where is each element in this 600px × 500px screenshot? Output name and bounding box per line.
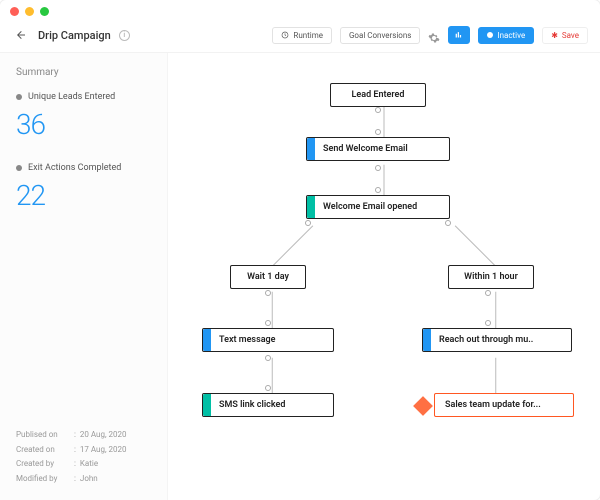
back-button[interactable]: [12, 26, 30, 44]
connector-dot: [445, 220, 451, 226]
bar-chart-icon: [454, 30, 464, 40]
node-wait-1-day[interactable]: Wait 1 day: [230, 265, 306, 289]
node-lead-entered[interactable]: Lead Entered: [330, 83, 426, 107]
flow-canvas[interactable]: Lead Entered Send Welcome Email Welcome …: [168, 53, 600, 500]
goal-conversions-button[interactable]: Goal Conversions: [340, 27, 420, 44]
stat-exit-actions-label: Exit Actions Completed: [16, 163, 151, 173]
save-badge-icon: ✱: [551, 31, 558, 40]
content-body: Summary Unique Leads Entered 36 Exit Act…: [0, 53, 600, 500]
clock-icon: [281, 31, 289, 39]
node-sales-update[interactable]: Sales team update for...: [434, 393, 574, 417]
connector-dot: [375, 165, 381, 171]
zoom-icon[interactable]: [40, 7, 49, 16]
runtime-button[interactable]: Runtime: [272, 27, 332, 44]
node-within-1-hour[interactable]: Within 1 hour: [448, 265, 534, 289]
connector-dot: [265, 355, 271, 361]
connector-dot: [375, 187, 381, 193]
connector-dot: [265, 290, 271, 296]
save-button[interactable]: ✱ Save: [542, 27, 588, 44]
goal-label: Goal Conversions: [349, 31, 411, 40]
node-welcome-opened[interactable]: Welcome Email opened: [306, 195, 450, 219]
meta-block: Publised on: 20 Aug, 2020 Created on: 17…: [16, 428, 151, 486]
info-icon[interactable]: i: [119, 30, 130, 41]
summary-heading: Summary: [16, 67, 151, 78]
node-sms-clicked[interactable]: SMS link clicked: [202, 393, 334, 417]
settings-button[interactable]: [428, 29, 440, 41]
connector-dot: [265, 385, 271, 391]
connector-dot: [485, 290, 491, 296]
bullet-icon: [16, 94, 22, 100]
app-window: Drip Campaign i Runtime Goal Conversions…: [0, 0, 600, 500]
status-dot-icon: [487, 32, 493, 38]
meta-created: Created on: 17 Aug, 2020: [16, 443, 151, 457]
connector-dot: [265, 320, 271, 326]
runtime-label: Runtime: [293, 31, 323, 40]
node-reach-out[interactable]: Reach out through mu..: [422, 328, 572, 352]
meta-created-by: Created by: Katie: [16, 457, 151, 471]
bullet-icon: [16, 165, 22, 171]
gear-icon: [428, 32, 440, 44]
window-titlebar: [0, 0, 600, 22]
chart-button[interactable]: [448, 26, 470, 44]
inactive-label: Inactive: [497, 31, 525, 40]
meta-modified-by: Modified by: John: [16, 472, 151, 486]
connector-dot: [375, 107, 381, 113]
stat-unique-leads-label: Unique Leads Entered: [16, 92, 151, 102]
page-header: Drip Campaign i Runtime Goal Conversions…: [0, 22, 600, 53]
stat-exit-actions-value: 22: [16, 179, 151, 212]
meta-published: Publised on: 20 Aug, 2020: [16, 428, 151, 442]
close-icon[interactable]: [10, 7, 19, 16]
save-label: Save: [562, 31, 579, 40]
connector-dot: [375, 129, 381, 135]
inactive-button[interactable]: Inactive: [478, 27, 534, 44]
summary-sidebar: Summary Unique Leads Entered 36 Exit Act…: [0, 53, 168, 500]
page-title: Drip Campaign: [38, 29, 111, 42]
minimize-icon[interactable]: [25, 7, 34, 16]
connector-dot: [305, 220, 311, 226]
stat-unique-leads-value: 36: [16, 108, 151, 141]
node-send-welcome-email[interactable]: Send Welcome Email: [306, 137, 450, 161]
connector-dot: [485, 320, 491, 326]
node-text-message[interactable]: Text message: [202, 328, 334, 352]
